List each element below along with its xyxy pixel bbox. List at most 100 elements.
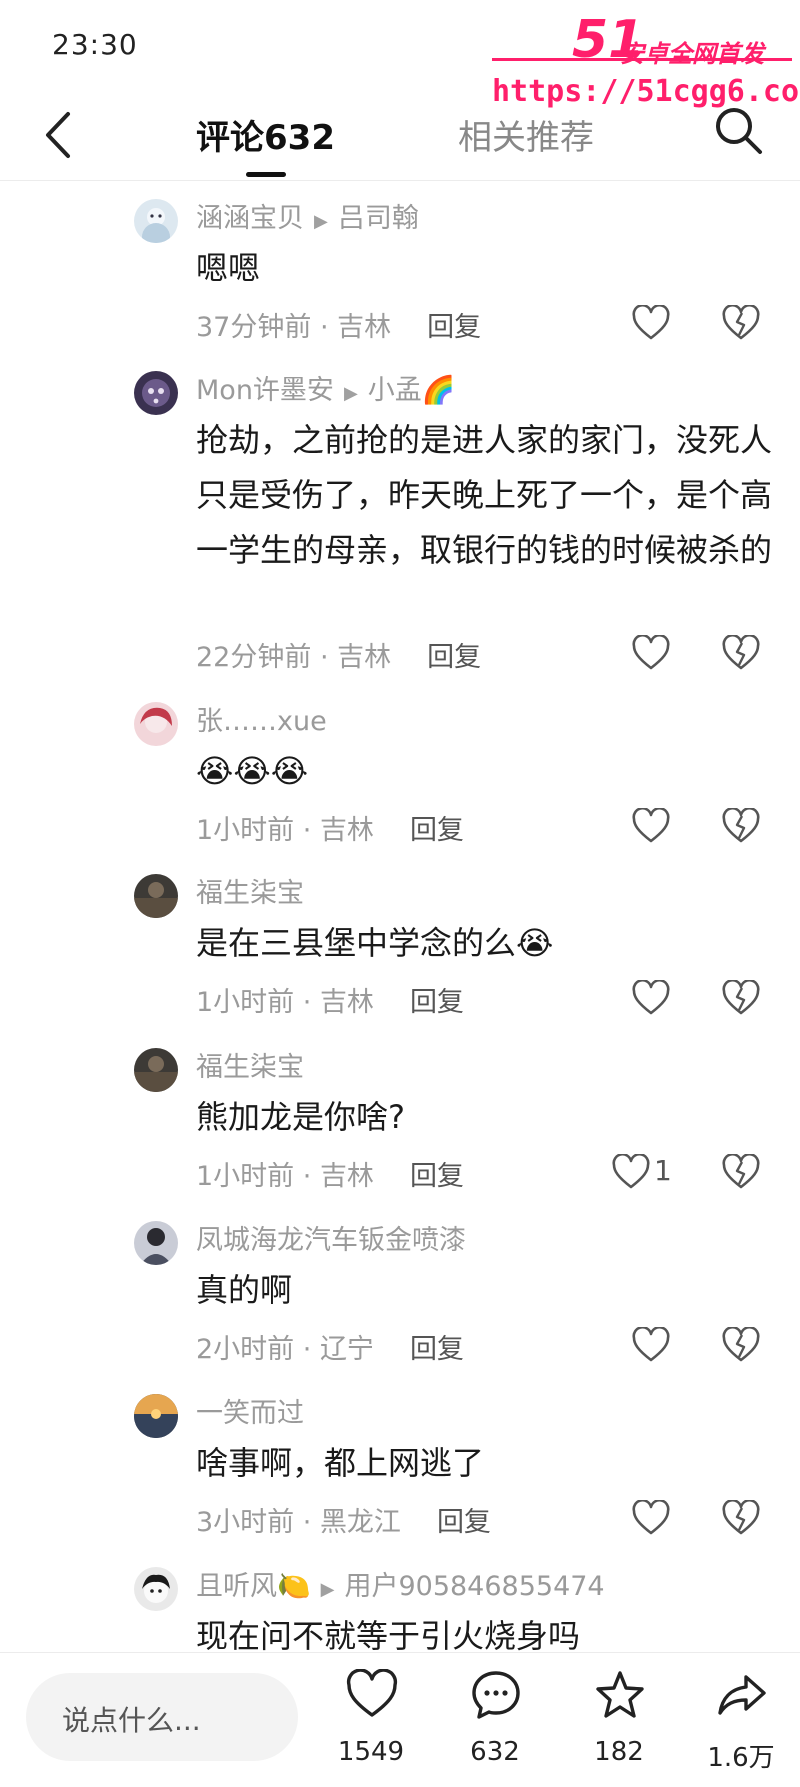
reply-arrow-icon: ▶ [343,383,358,404]
heart-icon[interactable] [612,1152,650,1190]
avatar[interactable] [134,1048,178,1092]
comment-username[interactable]: 福生柒宝 [196,1052,304,1083]
comment-text: 😭😭😭 [196,752,309,790]
comment-item: 涵涵宝贝 ▶ 吕司翰 嗯嗯 37分钟前 · 吉林 回复 [0,181,800,353]
heart-icon[interactable] [632,303,670,341]
comment-location: 吉林 [319,987,374,1018]
broken-heart-icon[interactable] [722,1498,760,1536]
like-count: 1 [654,1154,672,1187]
comment-time: 1小时前 [196,1161,295,1192]
heart-icon[interactable] [632,1498,670,1536]
heart-icon [346,1669,398,1717]
comment-list: 涵涵宝贝 ▶ 吕司翰 嗯嗯 37分钟前 · 吉林 回复 Mon许墨安 ▶ 小孟🌈 抢劫，之… [0,181,800,1679]
comment-item: 一笑而过 啥事啊，都上网逃了 3小时前 · 黑龙江 回复 [0,1376,800,1549]
header: 评论632 相关推荐 [0,90,800,181]
comment-meta: 3小时前 · 黑龙江 回复 [196,1507,491,1538]
heart-icon[interactable] [632,978,670,1016]
comment-time: 22分钟前 [196,642,312,673]
broken-heart-icon[interactable] [722,1152,760,1190]
back-arrow-icon[interactable] [40,108,80,162]
comment-username[interactable]: 且听风🍋 [196,1571,311,1602]
broken-heart-icon[interactable] [722,633,760,671]
comment-time: 1小时前 [196,987,295,1018]
reply-button[interactable]: 回复 [427,312,481,343]
like-button[interactable]: 1549 [326,1663,416,1783]
search-icon[interactable] [712,104,766,158]
comment-text: 抢劫，之前抢的是进人家的家门，没死人只是受伤了，昨天晚上死了一个，是个高一学生的… [196,421,773,569]
comment-meta: 2小时前 · 辽宁 回复 [196,1334,464,1365]
comment-header: 一笑而过 [196,1394,304,1434]
broken-heart-icon[interactable] [722,806,760,844]
broken-heart-icon[interactable] [722,1325,760,1363]
comment-username[interactable]: 张……xue [196,706,327,737]
heart-icon[interactable] [632,633,670,671]
comment-location: 吉林 [337,312,392,343]
star-icon [596,1671,644,1718]
avatar[interactable] [134,874,178,918]
comment-username[interactable]: 涵涵宝贝 [196,203,304,234]
comment-text: 是在三县堡中学念的么😭 [196,924,554,962]
share-arrow-icon [718,1675,766,1715]
share-button[interactable]: 1.6万 [696,1663,786,1783]
comment-username[interactable]: 福生柒宝 [196,878,304,909]
favorite-button[interactable]: 182 [574,1663,664,1783]
comment-time: 2小时前 [196,1334,295,1365]
comment-item: 张……xue 😭😭😭 1小时前 · 吉林 回复 [0,684,800,856]
reply-button[interactable]: 回复 [410,987,464,1018]
comment-meta: 1小时前 · 吉林 回复 [196,1161,464,1192]
avatar[interactable] [134,702,178,746]
comment-meta: 1小时前 · 吉林 回复 [196,815,464,846]
reply-button[interactable]: 回复 [410,1161,464,1192]
comment-header: 涵涵宝贝 ▶ 吕司翰 [196,199,419,242]
comment-bubble-icon [472,1671,520,1719]
avatar[interactable] [134,1221,178,1265]
broken-heart-icon[interactable] [722,978,760,1016]
avatar[interactable] [134,371,178,415]
comment-button[interactable]: 632 [450,1663,540,1783]
like-count: 1549 [337,1737,405,1767]
comment-location: 辽宁 [319,1334,374,1365]
comment-header: 张……xue [196,702,327,742]
reply-button[interactable]: 回复 [410,1334,464,1365]
heart-icon[interactable] [632,806,670,844]
share-count: 1.6万 [707,1743,775,1773]
avatar[interactable] [134,199,178,243]
comment-location: 吉林 [319,815,374,846]
comment-location: 黑龙江 [319,1507,401,1538]
comment-item: Mon许墨安 ▶ 小孟🌈 抢劫，之前抢的是进人家的家门，没死人只是受伤了，昨天晚上死… [0,353,800,684]
comment-header: 福生柒宝 [196,874,304,914]
reply-arrow-icon: ▶ [320,1579,335,1600]
comment-location: 吉林 [337,642,392,673]
reply-button[interactable]: 回复 [427,642,481,673]
comment-meta: 1小时前 · 吉林 回复 [196,987,464,1018]
watermark-tagline: 安卓全网首发 [620,40,764,68]
tab-related[interactable]: 相关推荐 [458,110,594,159]
avatar[interactable] [134,1567,178,1611]
tab-comments[interactable]: 评论632 [196,110,335,159]
comment-meta: 37分钟前 · 吉林 回复 [196,312,482,343]
comment-username[interactable]: Mon许墨安 [196,375,334,406]
bottom-action-bar: 说点什么... 1549 632 182 1.6万 [0,1652,800,1787]
heart-icon[interactable] [632,1325,670,1363]
reply-to-username[interactable]: 用户905846855474 [344,1571,604,1602]
comment-text: 熊加龙是你啥? [196,1098,405,1136]
comment-item: 福生柒宝 熊加龙是你啥? 1小时前 · 吉林 回复 1 [0,1030,800,1203]
broken-heart-icon[interactable] [722,303,760,341]
comment-username[interactable]: 凤城海龙汽车钣金喷漆 [196,1225,466,1256]
active-tab-indicator [246,172,286,177]
reply-to-username[interactable]: 吕司翰 [338,203,419,234]
comment-text: 真的啊 [196,1271,293,1309]
reply-button[interactable]: 回复 [437,1507,491,1538]
comment-text: 啥事啊，都上网逃了 [196,1444,485,1482]
reply-to-username[interactable]: 小孟🌈 [368,375,456,406]
comment-header: 福生柒宝 [196,1048,304,1088]
comment-username[interactable]: 一笑而过 [196,1398,304,1429]
status-time: 23:30 [52,28,138,61]
avatar[interactable] [134,1394,178,1438]
comment-header: Mon许墨安 ▶ 小孟🌈 [196,371,455,414]
comment-input[interactable]: 说点什么... [26,1673,298,1761]
comment-item: 福生柒宝 是在三县堡中学念的么😭 1小时前 · 吉林 回复 [0,856,800,1030]
watermark-divider [492,58,792,61]
reply-button[interactable]: 回复 [410,815,464,846]
comment-text: 嗯嗯 [196,249,261,287]
